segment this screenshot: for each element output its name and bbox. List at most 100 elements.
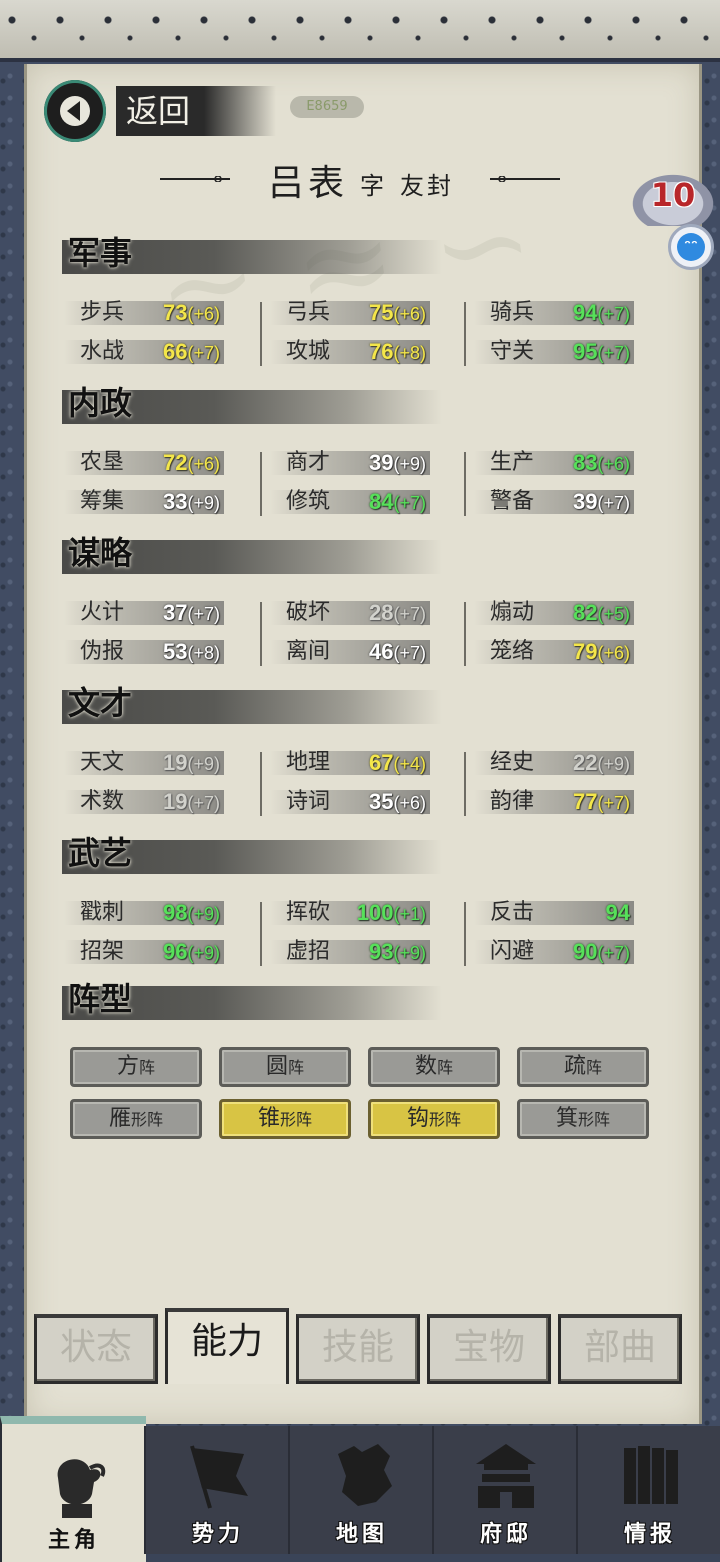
stat-base-value: 67 [369, 750, 394, 775]
stat-label: 天文 [80, 750, 125, 775]
formation-name: 数 [414, 1054, 437, 1079]
stat-base-value: 76 [369, 339, 394, 364]
stat-value: 93(+9) [369, 937, 426, 968]
formation-suffix: 形阵 [131, 1110, 164, 1129]
stat-bonus-value: (+7) [597, 943, 630, 963]
section-header-formation: 阵型 [62, 980, 442, 1020]
courtesy-prefix: 字 [360, 172, 384, 200]
stat-bonus-value: (+7) [597, 304, 630, 324]
stat-base-value: 82 [573, 600, 598, 625]
stat-base-value: 98 [163, 900, 188, 925]
formation-button[interactable]: 圆阵 [219, 1047, 351, 1087]
stat-bonus-value: (+7) [393, 604, 426, 624]
stat-bonus-value: (+7) [393, 643, 426, 663]
formation-suffix: 阵 [586, 1058, 603, 1077]
tab-3[interactable]: 宝物 [427, 1314, 551, 1384]
nav-item-1[interactable]: 势力 [144, 1426, 290, 1554]
stat-bonus-value: (+9) [187, 904, 220, 924]
stat-value: 79(+6) [573, 637, 630, 668]
stat-bonus-value: (+9) [187, 943, 220, 963]
stat-base-value: 100 [356, 900, 394, 925]
formation-name: 锥 [257, 1106, 280, 1131]
chat-bubble-icon: ᵔᵔ [677, 233, 705, 261]
stat-base-value: 39 [573, 489, 598, 514]
formation-button[interactable]: 数阵 [368, 1047, 500, 1087]
stat-value: 53(+8) [163, 637, 220, 668]
stat-label: 步兵 [80, 300, 125, 325]
stat-base-value: 35 [369, 789, 394, 814]
stat-value: 90(+7) [573, 937, 630, 968]
stat-cell: 水战 66(+7) [64, 337, 224, 367]
stat-value: 28(+7) [369, 598, 426, 629]
stat-value: 94 [606, 898, 630, 929]
stat-bonus-value: (+9) [187, 754, 220, 774]
stat-cell: 破坏 28(+7) [270, 598, 430, 628]
tab-0[interactable]: 状态 [34, 1314, 158, 1384]
stat-base-value: 79 [573, 639, 598, 664]
section-title: 武艺 [68, 834, 133, 872]
nav-item-0[interactable]: 主角 [0, 1416, 146, 1562]
stat-label: 修筑 [286, 489, 331, 514]
section-title: 谋略 [68, 534, 133, 572]
formation-button[interactable]: 雁形阵 [70, 1099, 202, 1139]
stat-cell: 术数 19(+7) [64, 787, 224, 817]
stat-label: 韵律 [490, 789, 535, 814]
formation-button[interactable]: 方阵 [70, 1047, 202, 1087]
formation-name: 雁 [108, 1106, 131, 1131]
formation-suffix: 阵 [139, 1058, 156, 1077]
bottom-navigation: 主角 势力 地图 府邸 情报 [0, 1416, 720, 1562]
stat-base-value: 28 [369, 600, 394, 625]
stat-cell: 离间 46(+7) [270, 637, 430, 667]
nav-item-4[interactable]: 情报 [576, 1426, 720, 1554]
stat-label: 警备 [490, 489, 535, 514]
stat-base-value: 53 [163, 639, 188, 664]
formation-suffix: 形阵 [578, 1110, 611, 1129]
id-badge: E8659 [290, 96, 364, 118]
nav-item-3[interactable]: 府邸 [432, 1426, 578, 1554]
stat-cell: 虚招 93(+9) [270, 937, 430, 967]
chat-button[interactable]: ᵔᵔ [668, 224, 714, 270]
stat-label: 地理 [286, 750, 331, 775]
formation-button[interactable]: 锥形阵 [219, 1099, 351, 1139]
column-divider-right [464, 302, 466, 366]
section-title: 文才 [68, 684, 133, 722]
stat-base-value: 19 [163, 750, 188, 775]
section-header-3: 文才 [62, 684, 442, 724]
stat-bonus-value: (+6) [187, 304, 220, 324]
flag-icon [184, 1440, 252, 1510]
level-number: 10 [650, 176, 696, 214]
stat-value: 39(+7) [573, 487, 630, 518]
stat-base-value: 39 [369, 450, 394, 475]
stat-value: 33(+9) [163, 487, 220, 518]
formation-suffix: 形阵 [429, 1110, 462, 1129]
stat-value: 95(+7) [573, 337, 630, 368]
stat-bonus-value: (+8) [393, 343, 426, 363]
formation-button[interactable]: 疏阵 [517, 1047, 649, 1087]
tab-4[interactable]: 部曲 [558, 1314, 682, 1384]
stat-bonus-value: (+4) [393, 754, 426, 774]
stat-bonus-value: (+9) [597, 754, 630, 774]
stat-label: 商才 [286, 450, 331, 475]
formation-button[interactable]: 箕形阵 [517, 1099, 649, 1139]
courtesy-name: 友封 [400, 172, 454, 200]
stat-label: 术数 [80, 789, 125, 814]
stat-bonus-value: (+1) [393, 904, 426, 924]
section-title: 阵型 [68, 980, 133, 1018]
back-button[interactable]: 返回 [44, 80, 276, 142]
character-name: 吕表 [268, 163, 349, 204]
stat-base-value: 94 [605, 900, 630, 925]
top-decorative-band [0, 0, 720, 62]
tab-1[interactable]: 能力 [165, 1308, 289, 1384]
nav-item-2[interactable]: 地图 [288, 1426, 434, 1554]
stat-value: 83(+6) [573, 448, 630, 479]
stat-cell: 守关 95(+7) [474, 337, 634, 367]
stat-label: 守关 [490, 339, 535, 364]
stat-value: 75(+6) [369, 298, 426, 329]
stat-cell: 步兵 73(+6) [64, 298, 224, 328]
stat-base-value: 93 [369, 939, 394, 964]
tab-2[interactable]: 技能 [296, 1314, 420, 1384]
stat-label: 戳刺 [80, 900, 125, 925]
stat-label: 经史 [490, 750, 535, 775]
formation-button[interactable]: 钩形阵 [368, 1099, 500, 1139]
stat-label: 反击 [490, 900, 535, 925]
